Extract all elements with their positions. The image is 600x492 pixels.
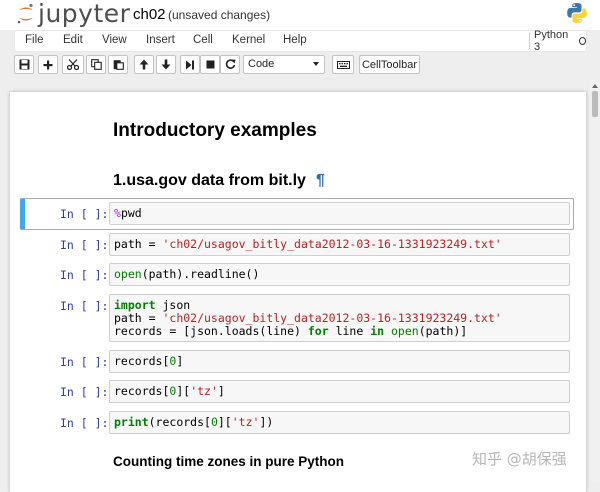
code-cell-6[interactable]: records[0]['tz']	[109, 380, 570, 403]
jupyter-logo[interactable]: jupyter	[16, 0, 130, 28]
notebook-title: Introductory examples	[113, 120, 317, 141]
paste-button[interactable]	[108, 55, 128, 74]
python-logo-icon	[567, 3, 587, 23]
cell-toolbar-label: CellToolbar	[361, 58, 418, 71]
watermark: 知乎 @胡保强	[472, 450, 567, 468]
copy-icon	[90, 59, 102, 70]
menu-cell[interactable]: Cell	[193, 34, 213, 46]
insert-cell-button[interactable]	[38, 55, 58, 74]
paste-icon	[113, 60, 124, 70]
code-cell-4[interactable]: import json path = 'ch02/usagov_bitly_da…	[109, 294, 570, 342]
cell-type-select[interactable]: Code	[243, 55, 325, 74]
command-palette-button[interactable]	[332, 55, 354, 74]
menu-view[interactable]: View	[102, 34, 127, 46]
kernel-name: Python 3	[534, 29, 569, 53]
save-status: (unsaved changes)	[168, 8, 271, 22]
chevron-down-icon	[313, 62, 319, 66]
cell-prompt: In [ ]:	[60, 268, 109, 282]
skip-forward-icon	[186, 60, 194, 69]
menu-help[interactable]: Help	[283, 34, 307, 46]
run-cell-button[interactable]	[180, 55, 200, 74]
cell-prompt: In [ ]:	[60, 385, 109, 399]
menu-insert[interactable]: Insert	[146, 34, 175, 46]
save-icon	[19, 59, 29, 70]
restart-button[interactable]	[220, 55, 240, 74]
notebook-area: Introductory examples 1.usa.gov data fro…	[0, 82, 600, 492]
cut-button[interactable]	[62, 55, 84, 74]
scroll-up-icon[interactable]	[592, 84, 598, 88]
interrupt-button[interactable]	[200, 55, 220, 74]
cell-toolbar-button[interactable]: CellToolbar	[359, 55, 420, 74]
cell-prompt: In [ ]:	[60, 355, 109, 369]
cell-prompt: In [ ]:	[60, 416, 109, 430]
cell-type-value: Code	[248, 58, 275, 70]
notebook-page: Introductory examples 1.usa.gov data fro…	[10, 92, 586, 492]
notebook-name[interactable]: ch02	[133, 6, 166, 23]
section-heading: 1.usa.gov data from bit.ly ¶	[113, 172, 325, 190]
code-cell-2[interactable]: path = 'ch02/usagov_bitly_data2012-03-16…	[109, 233, 570, 256]
menu-kernel[interactable]: Kernel	[232, 34, 265, 46]
move-up-button[interactable]	[134, 55, 154, 74]
jupyter-logo-text: jupyter	[38, 0, 131, 28]
save-button[interactable]	[14, 55, 34, 74]
cell-prompt: In [ ]:	[60, 238, 109, 252]
restart-icon	[225, 59, 235, 69]
code-cell-5[interactable]: records[0]	[109, 350, 570, 373]
anchor-link-icon[interactable]: ¶	[316, 172, 325, 189]
header: jupyter ch02 (unsaved changes)	[0, 0, 600, 30]
copy-button[interactable]	[86, 55, 106, 74]
scissors-icon	[67, 59, 79, 70]
kernel-idle-icon	[578, 37, 586, 45]
kernel-indicator[interactable]: Python 3	[529, 29, 586, 53]
arrow-up-icon	[139, 59, 149, 70]
keyboard-icon	[336, 60, 350, 69]
plus-icon	[43, 60, 53, 69]
menu-file[interactable]: File	[25, 34, 44, 46]
section-heading-text: 1.usa.gov data from bit.ly	[113, 172, 306, 189]
cell-prompt: In [ ]:	[60, 207, 109, 221]
subsection-heading: Counting time zones in pure Python	[113, 454, 344, 469]
code-cell-1[interactable]: %pwd	[109, 202, 570, 225]
stop-icon	[206, 60, 214, 69]
scrollbar[interactable]	[590, 82, 600, 482]
menubar: File Edit View Insert Cell Kernel Help P…	[14, 29, 587, 53]
code-cell-3[interactable]: open(path).readline()	[109, 263, 570, 286]
toolbar: Code CellToolbar	[0, 52, 600, 78]
jupyter-logo-icon	[17, 3, 33, 24]
menu-edit[interactable]: Edit	[63, 34, 83, 46]
arrow-down-icon	[161, 59, 171, 70]
code-cell-7[interactable]: print(records[0]['tz'])	[109, 411, 570, 434]
cell-prompt: In [ ]:	[60, 299, 109, 313]
move-down-button[interactable]	[156, 55, 176, 74]
scroll-thumb[interactable]	[592, 91, 598, 117]
